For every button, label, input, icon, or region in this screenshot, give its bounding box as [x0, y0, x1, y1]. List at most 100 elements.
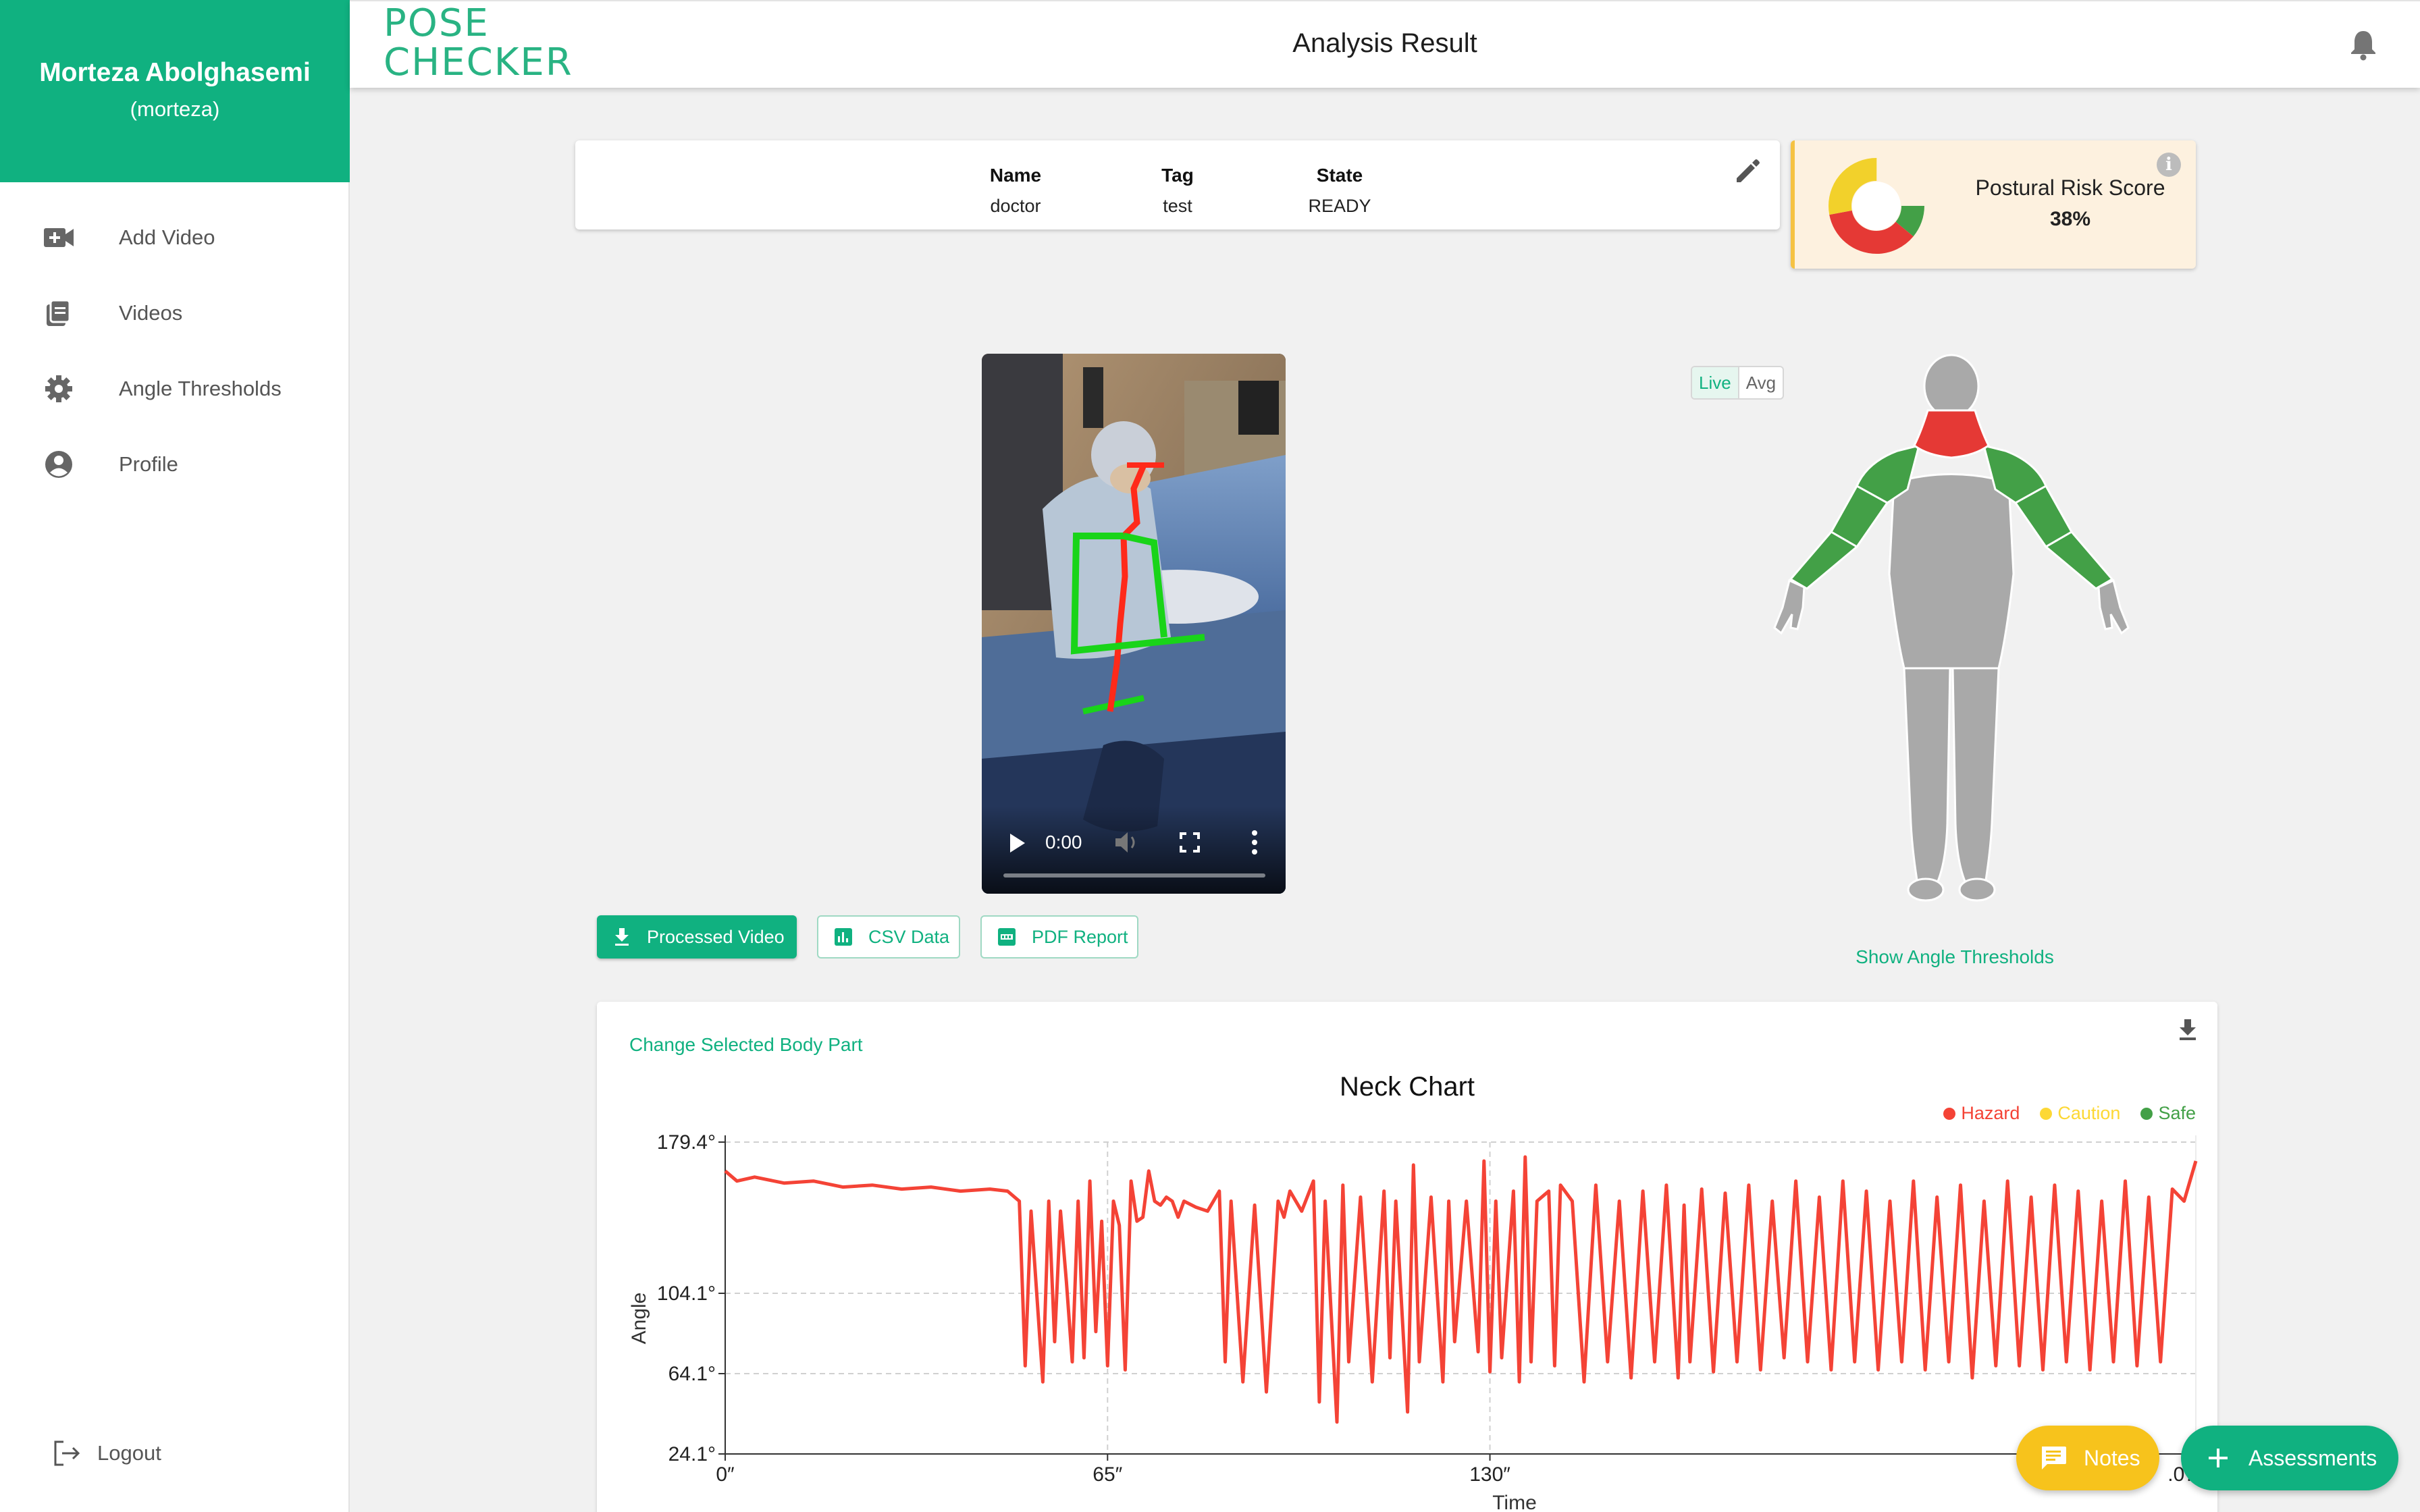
processed-video-label: Processed Video [647, 926, 785, 947]
legend-item-safe[interactable]: Safe [2140, 1103, 2196, 1124]
logout-button[interactable]: Logout [50, 1436, 161, 1470]
postural-risk-card: Postural Risk Score 38% i [1791, 140, 2196, 269]
pdf-report-label: PDF Report [1032, 926, 1128, 947]
name-label: Name [989, 165, 1042, 186]
download-icon [612, 927, 632, 947]
tag-label: Tag [1161, 165, 1194, 186]
top-bar: POSE CHECKER Analysis Result [350, 0, 2420, 88]
change-body-part-link[interactable]: Change Selected Body Part [629, 1034, 863, 1056]
logout-icon [50, 1436, 84, 1470]
body-left-leg [1903, 667, 1951, 886]
chart-card: 179.4° 104.1° 64.1° 24.1° 0″ 65″ 130″ .07 Angle T… [597, 1002, 2217, 1512]
info-state: State READY [1259, 165, 1421, 217]
x-tick-label: 0″ [716, 1463, 735, 1486]
tag-value: test [1163, 196, 1192, 216]
account-circle-icon [42, 448, 76, 481]
y-tick-label: 179.4° [657, 1131, 716, 1154]
assessments-button[interactable]: Assessments [2181, 1426, 2398, 1490]
info-name: Name doctor [935, 165, 1097, 217]
risk-donut-hole [1852, 182, 1901, 230]
logout-label: Logout [97, 1441, 161, 1465]
risk-score-donut [1829, 158, 1924, 254]
edit-pencil-icon[interactable] [1733, 157, 1762, 186]
sidebar: Morteza Abolghasemi (morteza) Add Video … [0, 0, 350, 1512]
play-icon[interactable] [1007, 832, 1028, 855]
download-pdf-button[interactable]: PDF Report [980, 915, 1138, 959]
y-tick-label: 104.1° [657, 1282, 716, 1305]
name-value: doctor [990, 196, 1041, 216]
sidebar-item-label: Angle Thresholds [119, 377, 282, 400]
chat-bubble-icon [2038, 1442, 2069, 1474]
pdf-icon [997, 927, 1017, 947]
body-torso [1888, 473, 2015, 670]
legend-label-safe: Safe [2158, 1103, 2196, 1123]
bar-chart-icon [833, 927, 853, 947]
download-processed-video-button[interactable]: Processed Video [597, 915, 797, 959]
csv-data-label: CSV Data [868, 926, 950, 947]
video-add-icon [42, 221, 76, 254]
fullscreen-icon[interactable] [1179, 832, 1201, 853]
toggle-live[interactable]: Live [1692, 367, 1739, 398]
sidebar-item-angle-thresholds[interactable]: Angle Thresholds [0, 351, 348, 427]
volume-muted-icon[interactable] [1114, 830, 1141, 855]
legend-label-hazard: Hazard [1961, 1103, 2020, 1123]
y-tick-label: 24.1° [668, 1443, 716, 1465]
videos-library-icon [42, 296, 76, 330]
notes-button[interactable]: Notes [2016, 1426, 2159, 1490]
body-right-hand [2097, 578, 2130, 635]
info-icon[interactable]: i [2157, 153, 2181, 177]
legend-dot-caution [2040, 1107, 2053, 1120]
body-left-forearm [1789, 531, 1859, 590]
user-name: Morteza Abolghasemi [39, 58, 311, 87]
legend-item-caution[interactable]: Caution [2040, 1103, 2120, 1124]
sidebar-item-add-video[interactable]: Add Video [0, 200, 348, 275]
legend-dot-hazard [1943, 1107, 1956, 1120]
info-tag: Tag test [1097, 165, 1259, 217]
y-axis-label: Angle [628, 1293, 650, 1345]
user-handle: (morteza) [130, 97, 220, 121]
more-options-icon[interactable] [1249, 829, 1260, 856]
risk-value: 38% [2049, 208, 2091, 230]
bell-icon[interactable] [2348, 28, 2378, 61]
page-title: Analysis Result [1292, 28, 1477, 58]
state-label: State [1316, 165, 1363, 186]
video-player[interactable]: 0:00 [982, 354, 1286, 894]
show-angle-thresholds-link[interactable]: Show Angle Thresholds [1783, 946, 2127, 968]
plus-icon [2203, 1442, 2234, 1474]
state-value: READY [1308, 196, 1371, 216]
chart-title: Neck Chart [1339, 1072, 1475, 1102]
series-line-0 [724, 1155, 2198, 1424]
video-time: 0:00 [1045, 832, 1082, 853]
user-header: Morteza Abolghasemi (morteza) [0, 0, 350, 182]
body-neck [1913, 409, 1990, 459]
sidebar-item-label: Videos [119, 301, 183, 325]
notes-label: Notes [2084, 1445, 2140, 1470]
sidebar-nav: Add Video Videos Angle Thresholds Profil… [0, 200, 348, 502]
assessments-label: Assessments [2248, 1445, 2377, 1470]
risk-title: Postural Risk Score [1975, 176, 2165, 200]
x-axis-label: Time [1492, 1492, 1537, 1512]
legend-item-hazard[interactable]: Hazard [1943, 1103, 2020, 1124]
body-right-leg [1951, 667, 2000, 886]
body-right-foot [1958, 878, 1996, 902]
download-csv-button[interactable]: CSV Data [817, 915, 960, 959]
chart-legend: Hazard Caution Safe [1943, 1103, 2196, 1124]
body-left-hand [1773, 578, 1806, 635]
body-head [1923, 354, 1980, 418]
y-tick-label: 64.1° [668, 1363, 716, 1385]
sidebar-item-profile[interactable]: Profile [0, 427, 348, 502]
x-tick-label: 130″ [1469, 1463, 1510, 1486]
sidebar-item-label: Add Video [119, 225, 215, 249]
x-tick-label: 65″ [1093, 1463, 1122, 1486]
sidebar-item-videos[interactable]: Videos [0, 275, 348, 351]
sidebar-item-label: Profile [119, 452, 178, 476]
legend-label-caution: Caution [2057, 1103, 2121, 1123]
video-controls: 0:00 [982, 806, 1286, 894]
body-posture-figure [1773, 354, 2130, 902]
legend-dot-safe [2140, 1107, 2153, 1120]
video-progress-track[interactable] [1003, 873, 1265, 878]
gear-icon [42, 372, 76, 406]
video-info-card: Name doctor Tag test State READY [575, 140, 1780, 230]
body-left-foot [1907, 878, 1945, 902]
download-icon[interactable] [2176, 1015, 2200, 1042]
